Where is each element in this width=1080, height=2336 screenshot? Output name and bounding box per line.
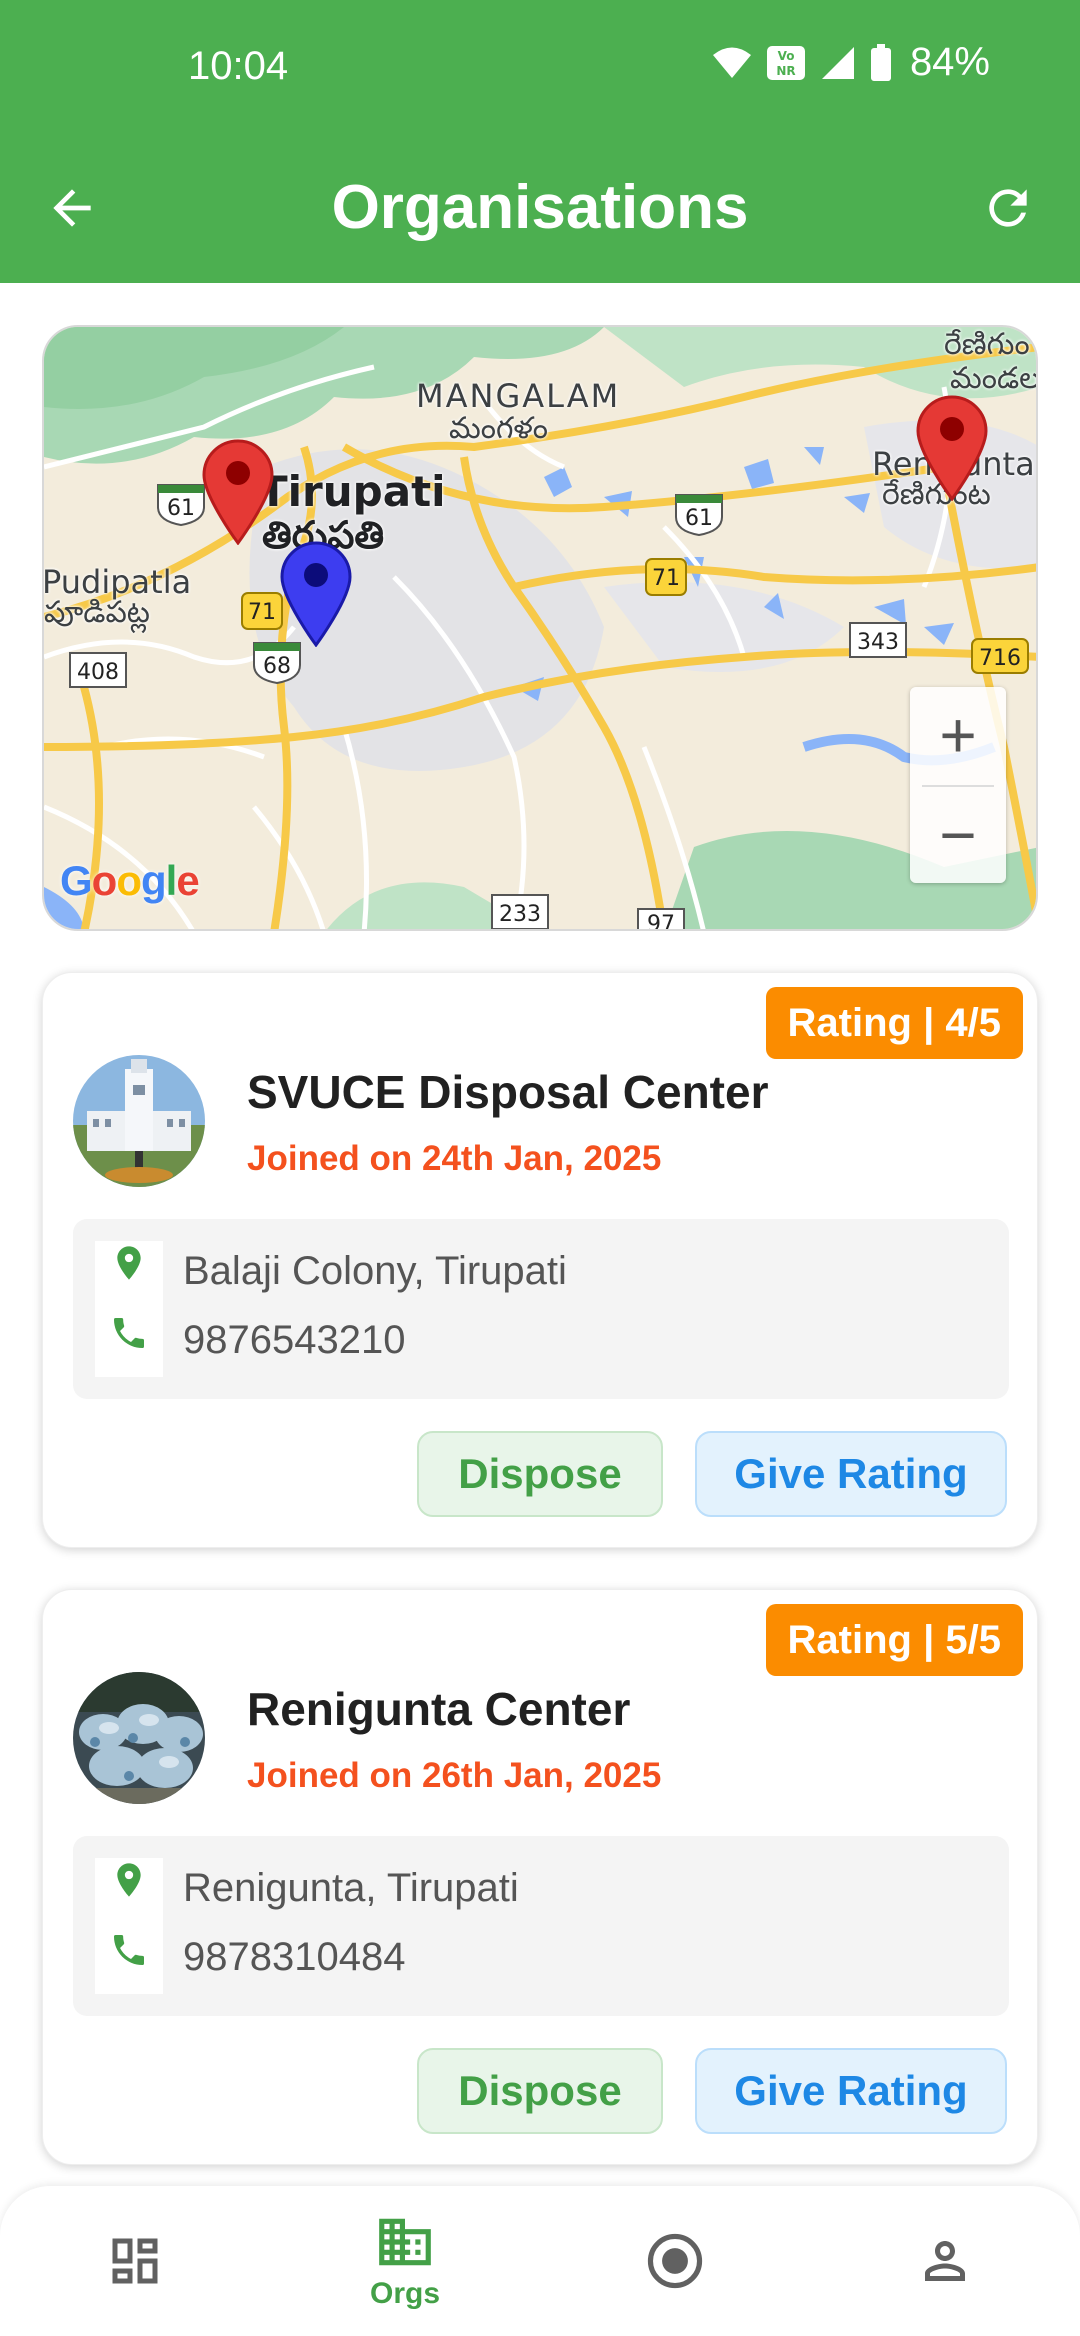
- rating-badge: Rating | 5/5: [765, 1604, 1023, 1676]
- road-shield: 716: [971, 638, 1029, 674]
- location-pin-icon: [117, 1863, 141, 1897]
- info-box: Renigunta, Tirupati 9878310484: [73, 1836, 1009, 2016]
- road-shield: 68: [253, 642, 301, 685]
- status-icons: Vo NR 84%: [712, 40, 990, 85]
- svg-text:343: 343: [857, 630, 899, 655]
- road-shields: 61 61 71 71 68 408 233 343 97 716: [69, 484, 1029, 931]
- nav-item-orgs[interactable]: Orgs: [270, 2186, 540, 2336]
- address-text: Renigunta, Tirupati: [183, 1866, 519, 1910]
- organisation-name: SVUCE Disposal Center: [247, 1066, 769, 1118]
- road-shield: 233: [491, 894, 549, 929]
- svg-text:71: 71: [248, 600, 276, 625]
- phone-text: 9876543210: [183, 1318, 406, 1362]
- svg-text:61: 61: [685, 506, 713, 531]
- svg-text:NR: NR: [776, 64, 795, 78]
- road-shield: 343: [849, 622, 907, 658]
- status-time: 10:04: [188, 44, 289, 88]
- svg-text:61: 61: [167, 496, 195, 521]
- svg-text:716: 716: [979, 646, 1021, 671]
- google-logo: Google: [60, 857, 200, 904]
- phone-icon: [114, 1935, 144, 1965]
- zoom-out-button[interactable]: −: [910, 787, 1006, 883]
- road-shield: 71: [645, 558, 687, 596]
- dispose-button[interactable]: Dispose: [417, 2048, 663, 2134]
- app-header: 10:04 Vo NR 84% Organisations: [0, 0, 1080, 283]
- person-icon: [925, 2241, 965, 2281]
- nav-item-dashboard[interactable]: [0, 2186, 270, 2336]
- blue-marker[interactable]: [278, 539, 354, 647]
- dashboard-icon: [112, 2238, 158, 2284]
- wifi-icon: [712, 47, 751, 78]
- red-marker[interactable]: [200, 437, 276, 545]
- avatar: [73, 1055, 205, 1187]
- organisation-card: Rating | 5/5 Renigunta Center Joined on …: [42, 1589, 1038, 2165]
- dispose-button[interactable]: Dispose: [417, 1431, 663, 1517]
- road-shield: 61: [675, 494, 723, 537]
- svg-text:Vo: Vo: [778, 49, 795, 63]
- bottom-navigation: Orgs: [0, 2186, 1080, 2336]
- info-icon-column: [95, 1241, 163, 1377]
- road-shield: 61: [157, 484, 205, 527]
- svg-text:233: 233: [499, 902, 541, 927]
- page-title: Organisations: [331, 173, 749, 242]
- address-text: Balaji Colony, Tirupati: [183, 1249, 567, 1293]
- battery-icon: [870, 43, 891, 81]
- info-icon-column: [95, 1858, 163, 1994]
- give-rating-button[interactable]: Give Rating: [695, 1431, 1007, 1517]
- road-shield: 97: [637, 908, 685, 931]
- road-shield: 71: [241, 592, 283, 630]
- svg-text:408: 408: [77, 660, 119, 685]
- svg-text:68: 68: [263, 654, 291, 679]
- zoom-in-button[interactable]: +: [910, 687, 1006, 783]
- give-rating-button[interactable]: Give Rating: [695, 2048, 1007, 2134]
- zoom-controls: + −: [910, 687, 1006, 883]
- organisation-card: Rating | 4/5 SVUCE Disposal Center Joine…: [42, 972, 1038, 1548]
- business-icon: [379, 2218, 431, 2266]
- refresh-icon[interactable]: [980, 180, 1036, 236]
- volte-icon: VoNR: [766, 45, 805, 80]
- phone-icon: [114, 1318, 144, 1348]
- nav-item-target[interactable]: [540, 2186, 810, 2336]
- road-shield: 408: [69, 652, 127, 688]
- organisation-name: Renigunta Center: [247, 1683, 631, 1735]
- svg-text:71: 71: [652, 566, 680, 591]
- svg-text:97: 97: [647, 912, 675, 931]
- nav-item-profile[interactable]: [810, 2186, 1080, 2336]
- joined-date: Joined on 26th Jan, 2025: [247, 1756, 662, 1795]
- red-marker[interactable]: [914, 393, 990, 501]
- radio-target-icon: [647, 2233, 703, 2289]
- location-pin-icon: [117, 1246, 141, 1280]
- battery-percent: 84%: [909, 40, 990, 84]
- signal-icon: [821, 46, 854, 79]
- rating-badge: Rating | 4/5: [765, 987, 1023, 1059]
- phone-text: 9878310484: [183, 1935, 406, 1979]
- nav-label-orgs: Orgs: [369, 2277, 441, 2310]
- avatar: [73, 1672, 205, 1804]
- info-box: Balaji Colony, Tirupati 9876543210: [73, 1219, 1009, 1399]
- joined-date: Joined on 24th Jan, 2025: [247, 1139, 662, 1178]
- map-view[interactable]: MANGALAM మంగళం Tirupati తిరుపతి Renigunt…: [42, 325, 1038, 931]
